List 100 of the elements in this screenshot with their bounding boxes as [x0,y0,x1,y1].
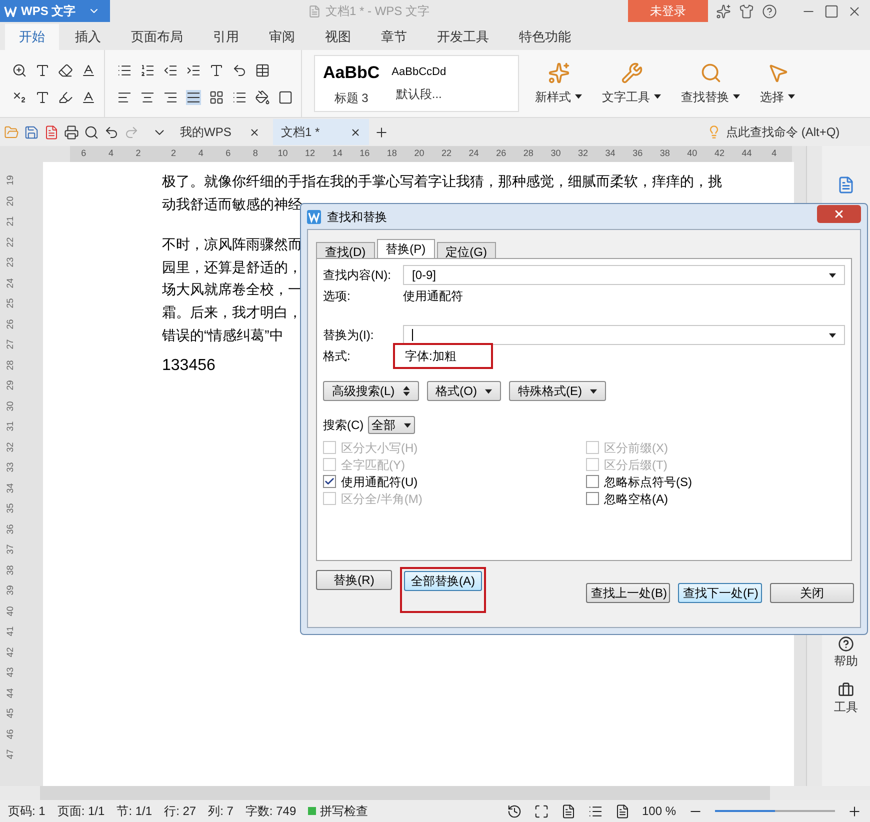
logo-icon [4,6,17,16]
align-center-icon[interactable] [140,90,155,104]
new-tab-icon[interactable] [374,124,389,140]
ribbon-tab[interactable]: 特色功能 [505,24,585,50]
dialog-button[interactable]: 关闭 [770,583,854,603]
ribbon-tab[interactable]: 引用 [199,24,253,50]
undo-icon[interactable] [104,124,119,140]
ribbon-tab[interactable]: 视图 [311,24,365,50]
ruler-label: 39 [4,585,16,596]
caret-icon [788,94,795,99]
zoom-in-icon[interactable] [847,804,862,818]
align-right-icon[interactable] [163,90,178,104]
menu-button[interactable]: 高级搜索(L) [323,381,419,401]
app-menu-button[interactable]: WPS 文字 [0,0,110,22]
ribbon-tool-button[interactable]: 文字工具 [598,50,665,117]
horizontal-scrollbar[interactable] [40,786,770,800]
style-item[interactable]: AaBbC 标题 3 [323,60,380,108]
command-search-field[interactable]: 点此查找命令 (Alt+Q) [726,123,866,141]
menu-button[interactable]: 特殊格式(E) [509,381,606,401]
ruler-label: 24 [468,147,480,160]
ruler-label: 20 [413,147,426,160]
checkbox-label: 全字匹配(Y) [341,456,405,474]
ruler-label: 28 [4,360,16,370]
fullscreen-icon[interactable] [534,804,549,818]
text-line: 错误的“情感纠葛”中 [162,326,284,345]
ribbon-tool-button[interactable]: 新样式 [531,50,586,117]
ruler-label: 38 [658,147,671,160]
numbered-list-icon[interactable] [140,62,155,78]
font-color-icon[interactable] [81,90,96,104]
field-label: 查找内容(N): [323,267,392,284]
dialog-button[interactable]: 全部替换(A) [404,571,482,591]
close-icon [833,208,845,220]
subscript-icon[interactable] [12,90,27,104]
checkbox[interactable] [586,475,599,488]
find-field[interactable]: [0-9] [403,265,845,285]
ribbon-tool-button[interactable]: 选择 [756,50,799,117]
indent-icon[interactable] [186,62,201,78]
table-icon[interactable] [255,62,270,78]
ruler-label: 35 [4,503,16,514]
dialog-tab[interactable]: 定位(G) [436,242,496,258]
sidebar-button[interactable]: 帮助 [834,636,858,670]
ruler-label: 20 [4,196,16,206]
ruler-label: 2 [134,147,142,160]
ruler-label: 30 [4,400,16,411]
dialog-tab[interactable]: 替换(P) [376,239,435,258]
style-item[interactable]: AaBbCcDd 默认段... [392,64,446,103]
ribbon-tab[interactable]: 开发工具 [423,24,503,50]
align-left-icon[interactable] [117,90,132,104]
ruler-label: 45 [4,708,16,718]
preview-icon[interactable] [84,124,99,140]
dialog-button[interactable]: 查找下一处(F) [678,583,762,603]
shading-icon[interactable] [255,90,270,104]
close-icon[interactable] [350,126,361,138]
ruler-label: 32 [4,442,16,452]
dialog-tab[interactable]: 查找(D) [316,242,375,258]
document-tab[interactable]: 文档1 * [273,119,369,145]
checkbox[interactable] [586,492,599,505]
close-icon[interactable] [249,126,260,138]
line-spacing-icon[interactable] [232,90,247,104]
document-icon[interactable] [837,176,855,194]
help-icon [838,636,854,652]
help-icon[interactable] [762,4,777,18]
highlighter-icon[interactable] [58,90,73,104]
close-button[interactable] [817,204,861,222]
ribbon-tab[interactable]: 插入 [61,24,115,50]
web-view-icon[interactable] [614,804,630,818]
ribbon-tab[interactable]: 页面布局 [117,24,197,50]
ruler-label: 34 [4,482,16,493]
document-tab[interactable]: 我的WPS [172,119,268,145]
ribbon-tab[interactable]: 开始 [5,24,59,50]
dialog-button[interactable]: 查找上一处(B) [586,583,670,603]
print-icon[interactable] [64,124,79,140]
menu-button[interactable]: 格式(O) [426,381,501,401]
outline-view-icon[interactable] [588,804,603,818]
replace-field[interactable] [403,325,845,345]
caret-icon [485,388,492,394]
history-icon[interactable] [506,804,522,818]
bullet-list-icon[interactable] [117,62,132,78]
border-icon[interactable] [278,90,293,104]
maximize-icon[interactable] [824,4,839,18]
ribbon-tool-button[interactable]: 查找替换 [677,50,744,117]
sidebar-button[interactable]: 工具 [834,682,858,716]
ruler-label: 31 [4,421,16,432]
ruler-label: 6 [224,147,232,160]
caret-icon [733,94,740,99]
checkbox[interactable] [323,475,336,488]
spell-check-label[interactable]: 拼写检查 [320,802,368,820]
search-scope-select[interactable]: 全部 [368,416,415,434]
save-icon[interactable] [24,124,39,140]
ribbon-tab[interactable]: 章节 [367,24,421,50]
caret-icon [575,94,582,99]
dialog-button[interactable]: 替换(R) [316,570,392,590]
page-view-icon[interactable] [560,804,576,818]
justify-icon[interactable] [186,90,201,104]
outdent-icon[interactable] [163,62,178,78]
ribbon-tab[interactable]: 审阅 [255,24,309,50]
clear-format-icon[interactable] [58,62,73,78]
checkbox-label: 区分全/半角(M) [341,490,422,508]
shirt-icon[interactable] [739,4,754,18]
caret-icon [590,388,597,394]
